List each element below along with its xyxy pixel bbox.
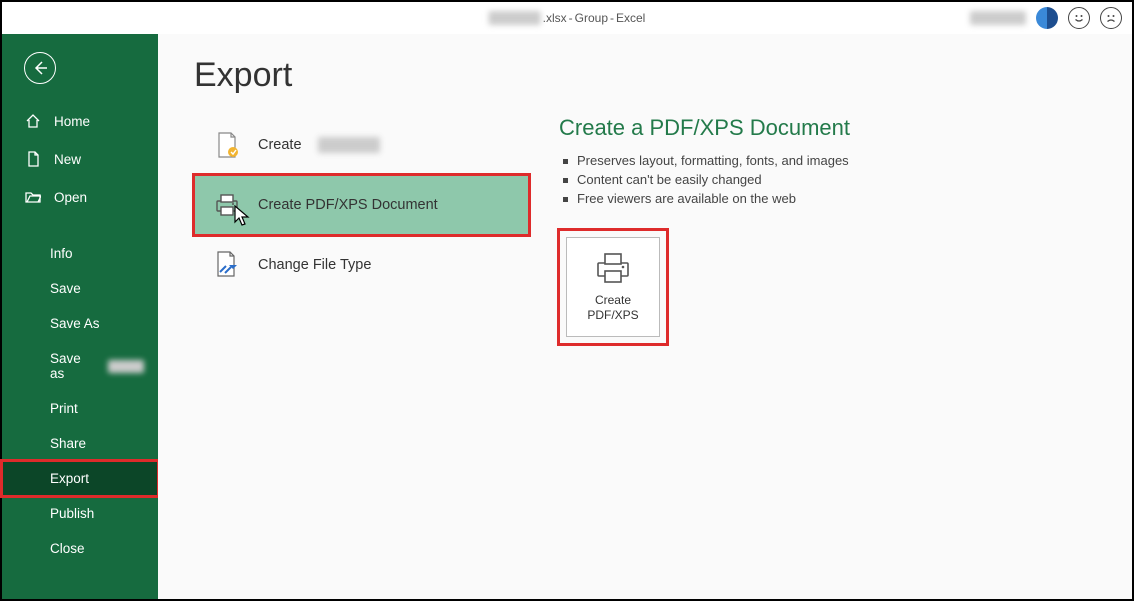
window-title: ________ .xlsx - Group - Excel [489,11,646,25]
detail-heading: Create a PDF/XPS Document [559,115,850,141]
back-button[interactable] [24,52,56,84]
sidebar-label-info: Info [50,246,73,261]
export-option-label: Change File Type [258,257,371,273]
page-title: Export [194,56,1132,95]
sidebar-label-new: New [54,152,81,167]
filename-hidden: ________ [489,11,541,25]
sidebar-label-close: Close [50,541,85,556]
printer-pdf-icon [212,190,242,220]
new-file-icon [24,150,42,168]
sidebar-label-export: Export [50,471,89,486]
sidebar-item-share[interactable]: Share [2,426,158,461]
change-file-type-icon [212,250,242,280]
sidebar-item-save[interactable]: Save [2,271,158,306]
export-detail-column: Create a PDF/XPS Document Preserves layo… [559,115,850,344]
export-option-create-addon[interactable]: Create ______ [194,115,529,175]
sidebar-item-info[interactable]: Info [2,236,158,271]
open-folder-icon [24,188,42,206]
sidebar-item-print[interactable]: Print [2,391,158,426]
sidebar-item-save-as-addon[interactable]: Save as ______ [2,341,158,391]
sidebar-item-export[interactable]: Export [2,461,158,496]
sidebar-label-print: Print [50,401,78,416]
sidebar-label-home: Home [54,114,90,129]
sidebar-item-save-as[interactable]: Save As [2,306,158,341]
create-pdf-xps-label: Create PDF/XPS [587,293,638,323]
sidebar-label-publish: Publish [50,506,94,521]
printer-icon [594,251,632,285]
detail-bullets: Preserves layout, formatting, fonts, and… [559,151,850,208]
detail-bullet: Content can't be easily changed [559,170,850,189]
create-pdf-xps-button[interactable]: Create PDF/XPS [566,237,660,337]
document-addon-icon [212,130,242,160]
detail-bullet: Free viewers are available on the web [559,189,850,208]
smile-feedback-icon[interactable] [1068,7,1090,29]
sidebar-label-save: Save [50,281,81,296]
home-icon [24,112,42,130]
sidebar-item-publish[interactable]: Publish [2,496,158,531]
frown-feedback-icon[interactable] [1100,7,1122,29]
detail-bullet: Preserves layout, formatting, fonts, and… [559,151,850,170]
sidebar-item-close[interactable]: Close [2,531,158,566]
export-options-column: Create ______ Create PDF/XPS Document Ch… [194,115,529,344]
username-hidden: ________ [970,11,1026,25]
sidebar-label-open: Open [54,190,87,205]
user-avatar[interactable] [1036,7,1058,29]
title-bar: ________ .xlsx - Group - Excel ________ [2,2,1132,34]
backstage-sidebar: Home New Open Info Save Save As Save as … [2,34,158,599]
main-content: Export Create ______ Create PDF/XPS Docu… [158,34,1132,599]
export-option-label: Create PDF/XPS Document [258,197,438,213]
export-option-change-file-type[interactable]: Change File Type [194,235,529,295]
export-option-create-pdf[interactable]: Create PDF/XPS Document [194,175,529,235]
sidebar-label-save-as-addon: Save as [50,351,96,381]
export-option-label: Create [258,137,302,153]
sidebar-item-home[interactable]: Home [2,102,158,140]
sidebar-item-new[interactable]: New [2,140,158,178]
sidebar-label-share: Share [50,436,86,451]
sidebar-label-save-as: Save As [50,316,100,331]
sidebar-item-open[interactable]: Open [2,178,158,216]
